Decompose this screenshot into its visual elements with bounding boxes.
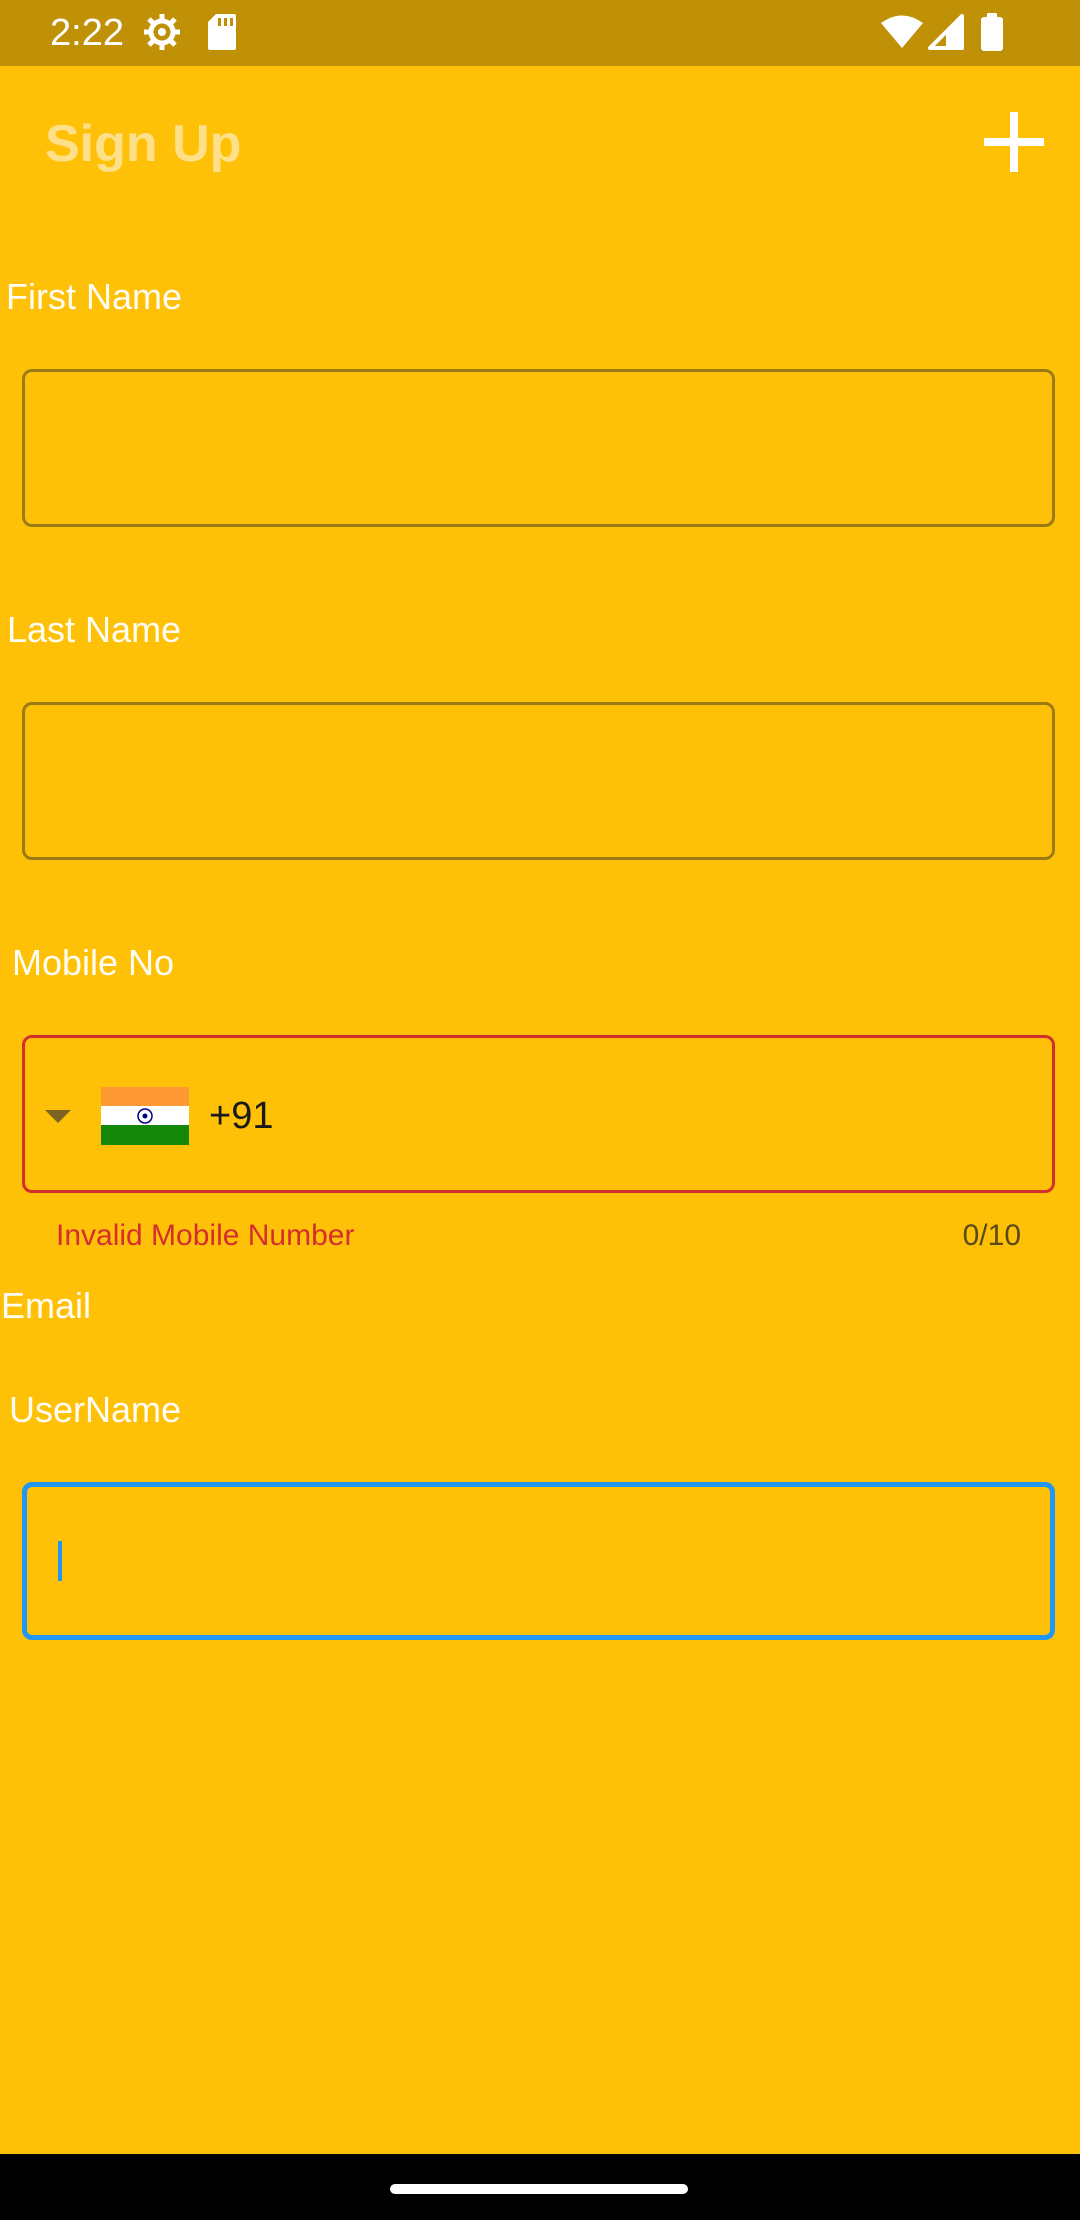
page-title: Sign Up [45,115,242,173]
cell-signal-icon [928,14,964,50]
status-time: 2:22 [50,12,124,54]
settings-gear-icon [144,14,180,50]
mobile-error-text: Invalid Mobile Number [56,1219,355,1252]
add-icon [984,112,1044,172]
last-name-label: Last Name [7,609,182,650]
last-name-field[interactable] [22,702,1055,860]
first-name-label: First Name [6,276,183,317]
sd-card-icon [208,14,236,50]
add-button[interactable] [976,104,1052,180]
india-flag-icon[interactable] [101,1087,189,1145]
email-label: Email [1,1285,92,1326]
mobile-label: Mobile No [12,942,175,983]
home-gesture-handle[interactable] [390,2184,688,2194]
navigation-bar [0,2154,1080,2220]
username-label: UserName [9,1389,182,1430]
text-cursor [58,1541,62,1581]
mobile-field[interactable]: +91 [22,1035,1055,1193]
dial-code: +91 [209,1095,274,1137]
wifi-icon [881,15,923,48]
status-bar: 2:22 [0,0,1080,66]
app-bar: Sign Up [0,66,1080,224]
mobile-char-counter: 0/10 [962,1219,1021,1252]
battery-icon [981,13,1003,51]
first-name-field[interactable] [22,369,1055,527]
country-dropdown-icon[interactable] [45,1110,71,1123]
username-field[interactable] [22,1482,1055,1640]
